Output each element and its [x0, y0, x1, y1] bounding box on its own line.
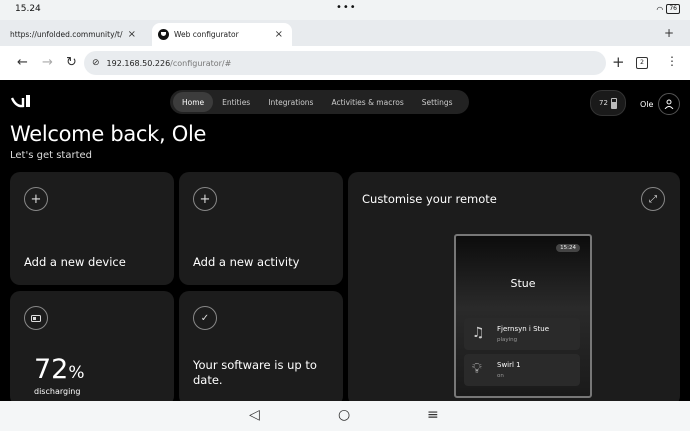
back-nav-icon[interactable]: ◁ [249, 407, 260, 423]
new-tab-plus-icon[interactable]: + [612, 53, 625, 71]
remote-room-title: Stue [510, 277, 536, 290]
remote-preview: 15:24 Stue ♫ Fjernsyn i Stue playing 💡︎ … [454, 234, 592, 398]
browser-toolbar: ← → ↻ ⊘ 192.168.50.226/configurator/# + … [0, 46, 690, 80]
new-tab-icon[interactable]: + [664, 26, 674, 40]
battery-icon [610, 97, 617, 109]
music-note-icon: ♫ [472, 325, 485, 341]
tab-title: https://unfolded.community/t/ [10, 30, 123, 39]
software-status-line1: Your software is up to [193, 358, 317, 372]
close-tab-icon[interactable]: × [128, 29, 136, 40]
nav-settings[interactable]: Settings [413, 92, 462, 112]
battery-percent: 72% [34, 354, 85, 385]
menu-dots-icon[interactable]: ⋮ [666, 54, 678, 68]
system-nav-bar: ◁ ○ ≡ [0, 401, 690, 431]
home-nav-icon[interactable]: ○ [338, 407, 350, 423]
nav-integrations[interactable]: Integrations [259, 92, 322, 112]
user-avatar-icon[interactable] [658, 93, 681, 115]
battery-indicator[interactable]: 72 [590, 90, 626, 116]
main-nav: Home Entities Integrations Activities & … [170, 90, 469, 114]
remote-clock: 15:24 [556, 244, 580, 252]
reload-icon[interactable]: ↻ [66, 55, 77, 70]
url-host: 192.168.50.226 [106, 58, 171, 68]
more-dots-icon[interactable]: ••• [336, 2, 357, 13]
add-icon: + [24, 187, 48, 211]
close-tab-icon[interactable]: × [275, 29, 283, 40]
url-path: /configurator/# [170, 58, 232, 68]
entity-title: Fjernsyn i Stue [497, 325, 550, 333]
battery-status: discharging [34, 387, 81, 396]
software-status-card[interactable]: ✓ Your software is up to date. [179, 291, 343, 406]
battery-icon: 76 [666, 4, 680, 14]
battery-card[interactable]: 72% discharging [10, 291, 174, 406]
address-bar[interactable]: ⊘ 192.168.50.226/configurator/# [84, 51, 606, 75]
software-status-line2: date. [193, 373, 223, 387]
not-secure-icon[interactable]: ⊘ [92, 58, 100, 68]
page-subtitle: Let's get started [10, 150, 92, 161]
tab-count-button[interactable]: 2 [636, 57, 648, 69]
recents-nav-icon[interactable]: ≡ [427, 407, 439, 423]
entity-state: on [497, 373, 504, 379]
user-menu[interactable]: Ole [640, 93, 681, 115]
forward-arrow-icon[interactable]: → [42, 55, 53, 70]
web-configurator-app: Home Entities Integrations Activities & … [0, 80, 690, 406]
nav-home[interactable]: Home [173, 92, 214, 112]
status-icons: ◠ 76 [656, 4, 680, 14]
nav-activities-macros[interactable]: Activities & macros [322, 92, 412, 112]
wifi-icon: ◠ [656, 4, 664, 14]
status-time: 15.24 [15, 4, 41, 14]
remote-entity-row: ♫ Fjernsyn i Stue playing [464, 318, 580, 350]
browser-tab-strip: https://unfolded.community/t/ × Web conf… [0, 20, 690, 46]
remote-entity-row: 💡︎ Swirl 1 on [464, 354, 580, 386]
entity-state: playing [497, 337, 518, 343]
page-title: Welcome back, Ole [10, 122, 207, 146]
check-icon: ✓ [193, 306, 217, 330]
entity-title: Swirl 1 [497, 361, 521, 369]
tab-title: Web configurator [174, 30, 239, 39]
add-activity-label: Add a new activity [193, 255, 300, 269]
add-activity-card[interactable]: + Add a new activity [179, 172, 343, 285]
customise-remote-card[interactable]: Customise your remote ⤢ 15:24 Stue ♫ Fje… [348, 172, 680, 406]
system-status-bar: 15.24 ••• ◠ 76 [0, 0, 690, 20]
battery-icon [24, 306, 48, 330]
favicon-icon [158, 29, 169, 40]
user-name: Ole [640, 99, 654, 109]
battery-level: 72 [599, 99, 608, 107]
tab-unfolded[interactable]: https://unfolded.community/t/ × [10, 23, 145, 46]
add-icon: + [193, 187, 217, 211]
expand-icon[interactable]: ⤢ [641, 187, 665, 211]
light-bulb-icon: 💡︎ [472, 361, 482, 377]
add-device-card[interactable]: + Add a new device [10, 172, 174, 285]
customise-remote-label: Customise your remote [362, 192, 497, 206]
tab-web-configurator[interactable]: Web configurator × [152, 23, 292, 46]
add-device-label: Add a new device [24, 255, 126, 269]
unfolded-logo-icon[interactable] [11, 94, 33, 108]
nav-entities[interactable]: Entities [213, 92, 259, 112]
back-arrow-icon[interactable]: ← [17, 55, 28, 70]
